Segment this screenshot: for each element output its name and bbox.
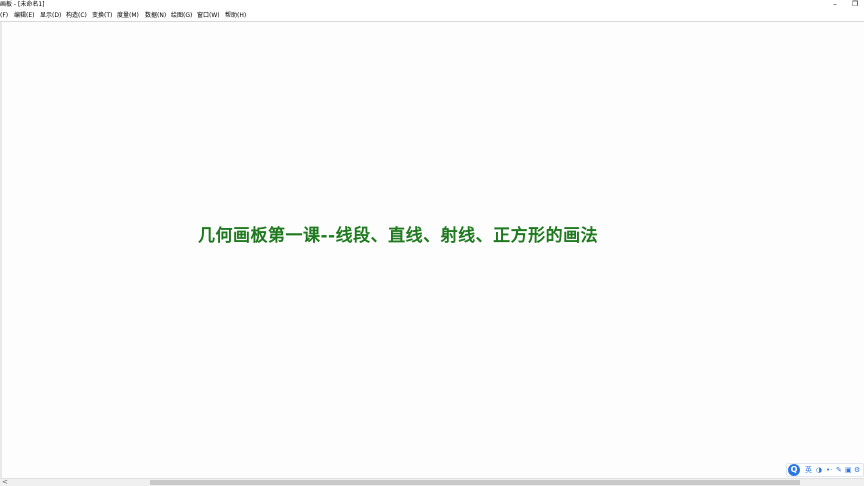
window-title: 画板 - [未命名1] (0, 1, 45, 8)
menu-transform[interactable]: 变换(T) (92, 10, 112, 21)
scroll-left-arrow-icon[interactable]: < (2, 478, 8, 486)
scroll-thumb[interactable] (150, 480, 800, 485)
menu-data[interactable]: 数据(N) (145, 10, 166, 21)
menu-measure[interactable]: 度量(M) (117, 10, 139, 21)
minimize-icon[interactable]: – (830, 0, 840, 9)
keyboard-icon[interactable]: ▣ (845, 465, 852, 476)
tool-icon[interactable]: ✎ (836, 465, 842, 476)
settings-icon[interactable]: ⚙ (854, 465, 860, 476)
moon-icon[interactable]: ◑ (816, 465, 822, 476)
menu-graph[interactable]: 绘图(G) (171, 10, 192, 21)
ime-toolbar[interactable]: Q 英 ◑ •· ✎ ▣ ⚙ (786, 463, 864, 477)
canvas-left-border (0, 22, 2, 478)
menu-display[interactable]: 显示(D) (40, 10, 61, 21)
menu-file[interactable]: (F) (0, 10, 8, 21)
menu-edit[interactable]: 编辑(E) (14, 10, 34, 21)
sketch-canvas[interactable] (0, 22, 864, 478)
lang-toggle-icon[interactable]: 英 (805, 465, 812, 476)
title-bar: 画板 - [未命名1] – ❐ (0, 0, 864, 10)
ime-logo-icon[interactable]: Q (788, 464, 800, 476)
restore-icon[interactable]: ❐ (850, 0, 860, 9)
sketchpad-window: 画板 - [未命名1] – ❐ (F) 编辑(E) 显示(D) 构造(C) 变换… (0, 0, 864, 486)
lesson-title-text[interactable]: 几何画板第一课--线段、直线、射线、正方形的画法 (198, 225, 598, 247)
menu-bar: (F) 编辑(E) 显示(D) 构造(C) 变换(T) 度量(M) 数据(N) … (0, 10, 864, 21)
menu-window[interactable]: 窗口(W) (197, 10, 220, 21)
horizontal-scrollbar[interactable]: < (0, 478, 864, 486)
menu-construct[interactable]: 构造(C) (66, 10, 87, 21)
menu-help[interactable]: 帮助(H) (225, 10, 246, 21)
punctuation-icon[interactable]: •· (826, 465, 832, 476)
